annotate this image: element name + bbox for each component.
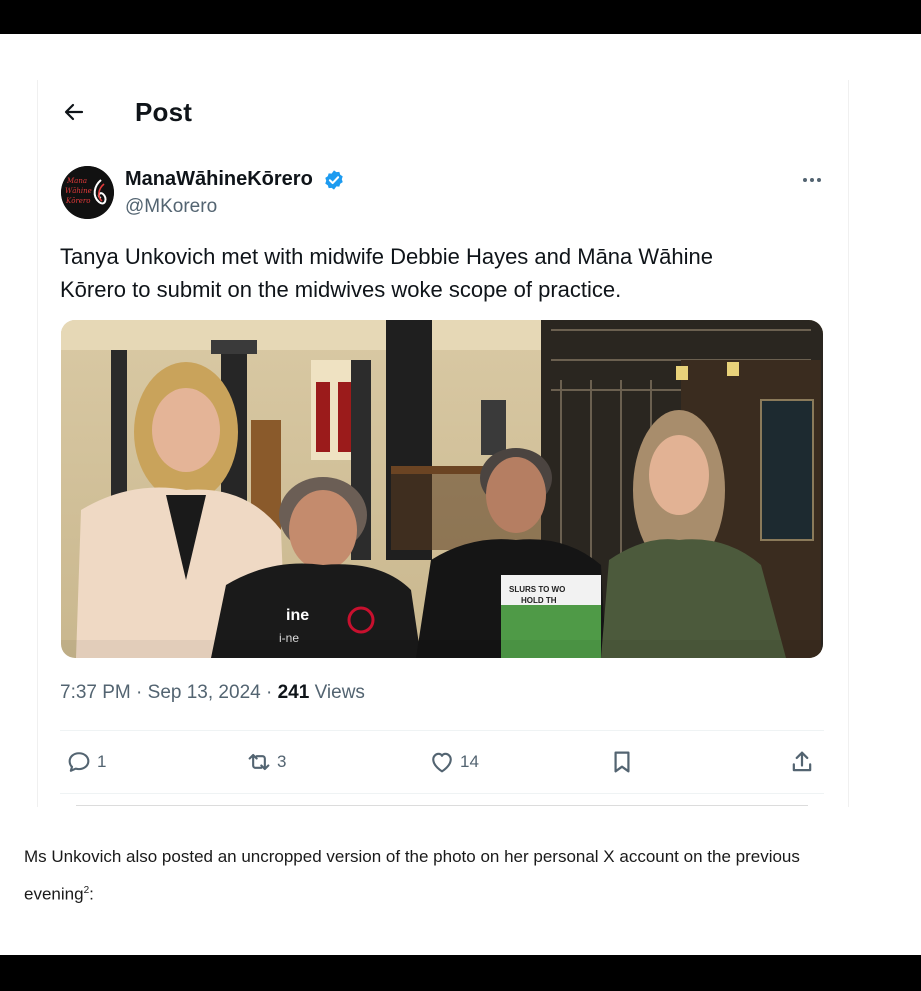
svg-text:HOLD TH: HOLD TH bbox=[521, 596, 557, 605]
tweet-text: Tanya Unkovich met with midwife Debbie H… bbox=[60, 240, 820, 306]
tweet-text-line: Kōrero to submit on the midwives woke sc… bbox=[60, 277, 622, 302]
avatar[interactable]: Mana Wāhine Kōrero bbox=[61, 166, 114, 219]
bottom-black-bar bbox=[0, 955, 921, 991]
heart-icon bbox=[432, 752, 452, 773]
top-black-bar bbox=[0, 0, 921, 34]
share-button[interactable] bbox=[788, 748, 816, 776]
repost-icon bbox=[248, 753, 270, 771]
share-icon bbox=[792, 751, 812, 772]
caption-word: evening bbox=[24, 884, 84, 904]
tweet-date[interactable]: Sep 13, 2024 bbox=[148, 682, 261, 703]
svg-text:ine: ine bbox=[286, 607, 309, 624]
page-title: Post bbox=[135, 97, 193, 127]
views-count: 241 bbox=[277, 682, 310, 703]
group-photo-image: ine i-ne SLURS TO WO HOLD TH bbox=[61, 320, 823, 658]
divider bbox=[60, 793, 824, 794]
repost-count: 3 bbox=[277, 752, 287, 771]
bookmark-icon bbox=[614, 751, 630, 773]
arrow-left-icon[interactable] bbox=[62, 100, 86, 124]
caption-line: Ms Unkovich also posted an uncropped ver… bbox=[24, 847, 800, 866]
author-display-name[interactable]: ManaWāhineKōrero bbox=[125, 168, 313, 191]
svg-text:Mana: Mana bbox=[66, 177, 87, 185]
divider bbox=[76, 805, 808, 806]
svg-text:Wāhine: Wāhine bbox=[65, 187, 92, 195]
meta-separator: · bbox=[260, 682, 278, 703]
repost-button[interactable]: 3 bbox=[245, 748, 286, 776]
caption-paragraph: Ms Unkovich also posted an uncropped ver… bbox=[24, 840, 884, 912]
author-handle[interactable]: @MKorero bbox=[125, 196, 217, 218]
reply-button[interactable]: 1 bbox=[65, 748, 106, 776]
divider bbox=[60, 730, 824, 731]
more-options-icon[interactable] bbox=[800, 172, 824, 188]
svg-text:SLURS TO WO: SLURS TO WO bbox=[509, 585, 565, 594]
reply-icon bbox=[68, 752, 90, 772]
avatar-logo-icon: Mana Wāhine Kōrero bbox=[61, 166, 114, 219]
like-button[interactable]: 14 bbox=[428, 748, 479, 776]
tweet-text-line: Tanya Unkovich met with midwife Debbie H… bbox=[60, 244, 713, 269]
like-count: 14 bbox=[460, 752, 479, 771]
bookmark-button[interactable] bbox=[608, 748, 636, 776]
caption-tail: : bbox=[89, 884, 94, 904]
meta-separator: · bbox=[130, 682, 148, 703]
views-label: Views bbox=[309, 682, 365, 703]
tweet-meta: 7:37 PM · Sep 13, 2024 · 241 Views bbox=[60, 682, 365, 704]
verified-badge-icon bbox=[325, 170, 343, 190]
tweet-photo[interactable]: ine i-ne SLURS TO WO HOLD TH bbox=[61, 320, 823, 658]
caption-line: evening2: bbox=[24, 874, 884, 912]
svg-text:Kōrero: Kōrero bbox=[65, 197, 91, 205]
tweet-time[interactable]: 7:37 PM bbox=[60, 682, 131, 703]
reply-count: 1 bbox=[97, 752, 107, 771]
